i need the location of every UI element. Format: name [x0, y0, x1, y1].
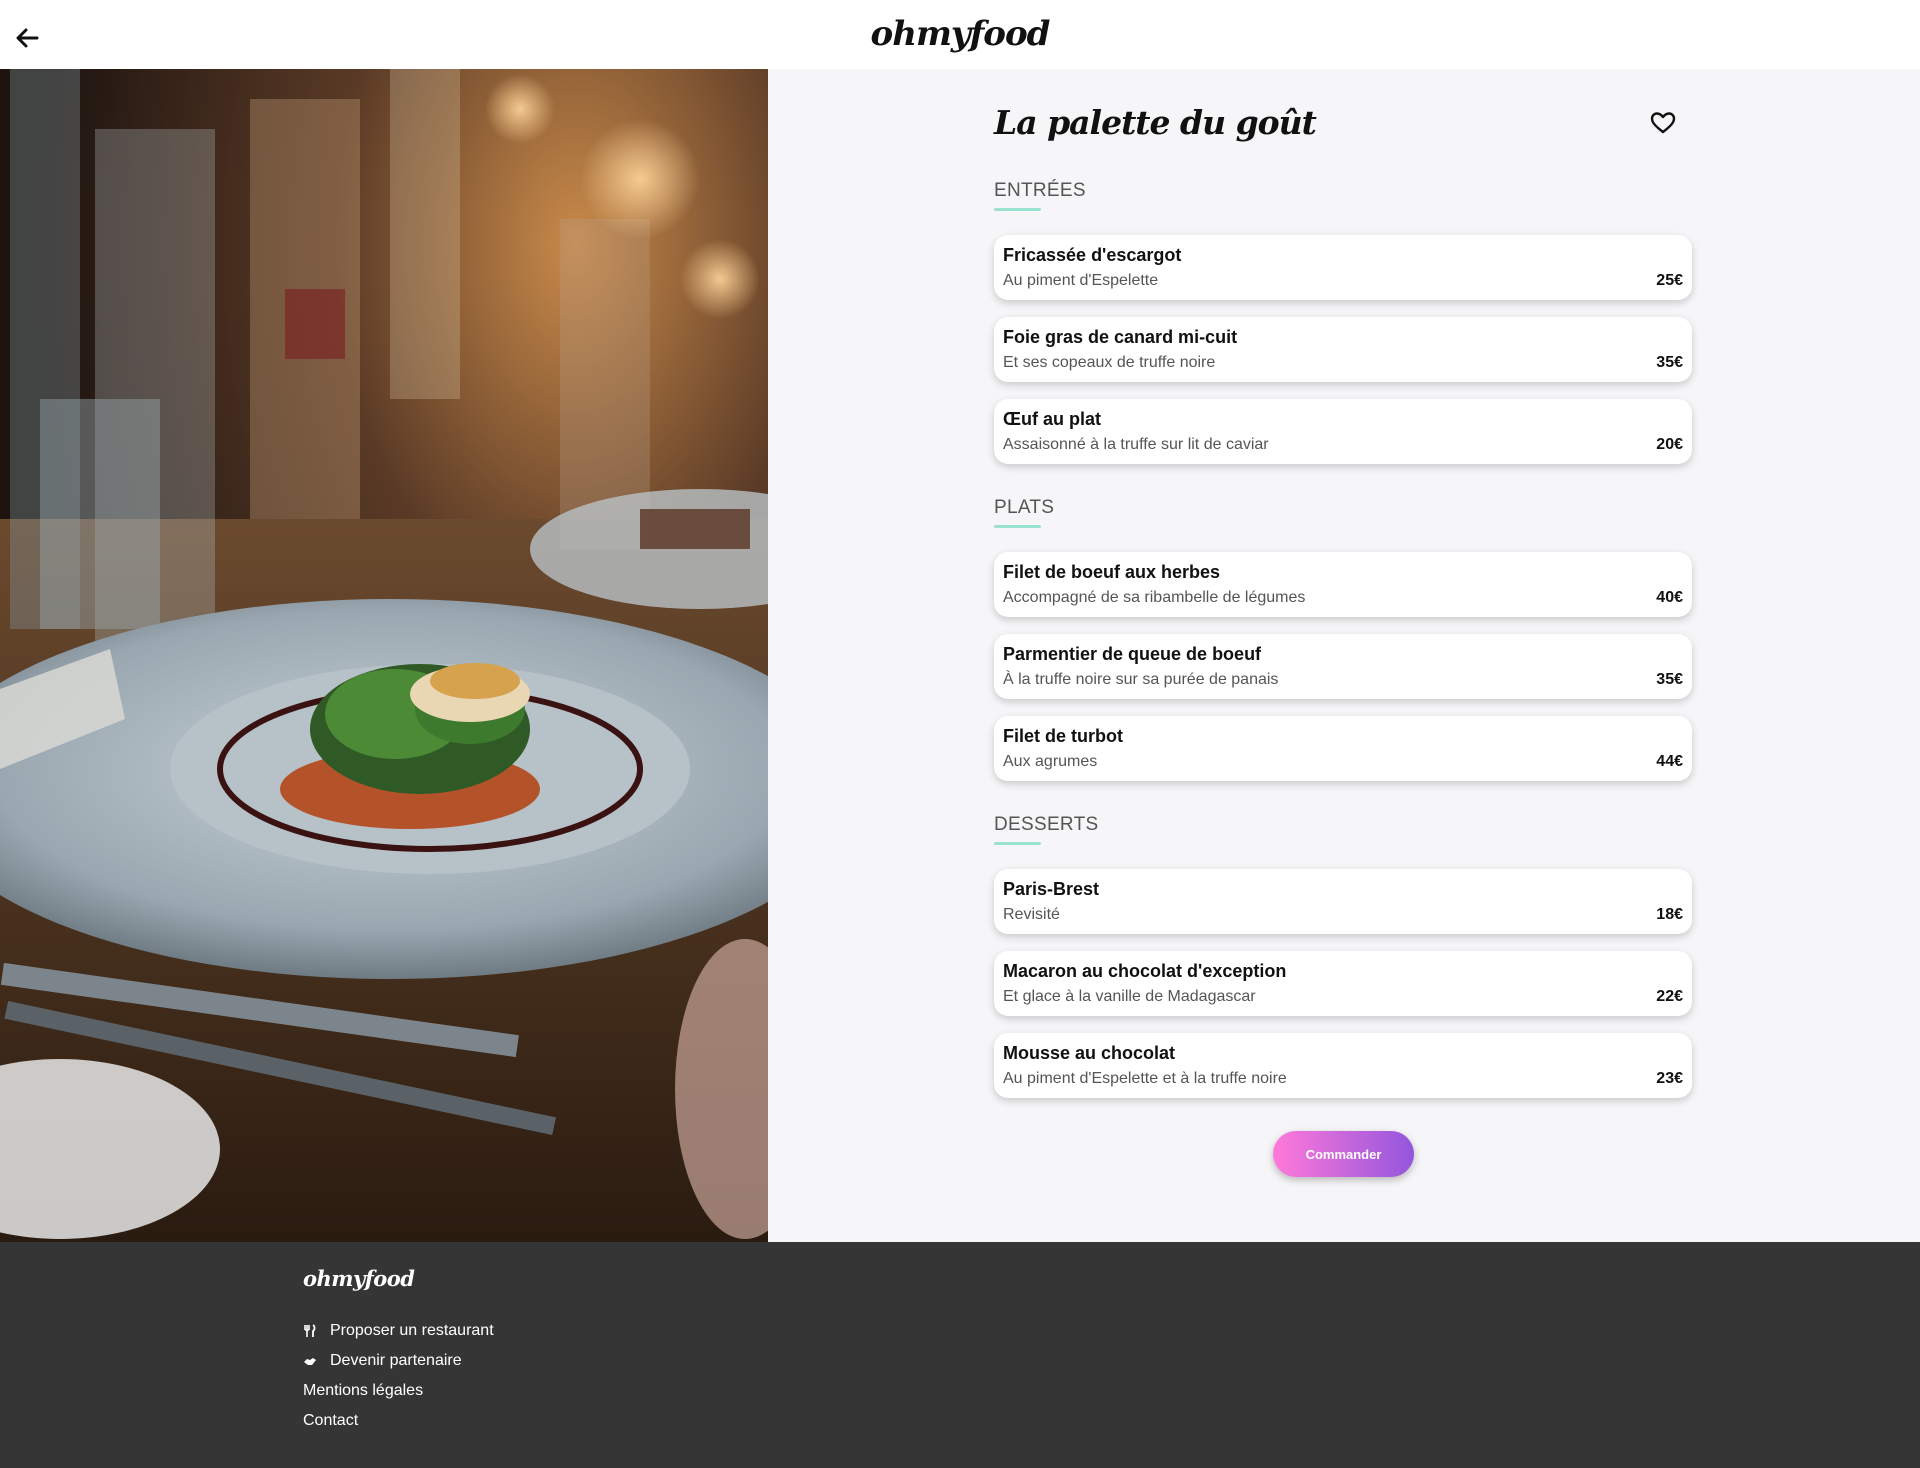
dish-name: Paris-Brest — [1003, 879, 1100, 899]
footer-link-label: Proposer un restaurant — [330, 1322, 494, 1339]
dish-description: Et ses copeaux de truffe noire — [1003, 354, 1216, 371]
utensils-icon — [304, 1324, 316, 1337]
handshake-icon — [304, 1358, 316, 1365]
footer-link-label: Devenir partenaire — [330, 1352, 462, 1369]
dish-name: Macaron au chocolat d'exception — [1003, 961, 1287, 981]
dish-description: À la truffe noire sur sa purée de panais — [1003, 671, 1279, 688]
footer-link-label: Contact — [303, 1412, 359, 1429]
dish-name: Filet de boeuf aux herbes — [1003, 562, 1221, 582]
footer-link-label: Mentions légales — [303, 1382, 424, 1399]
dish-description: Assaisonné à la truffe sur lit de caviar — [1003, 436, 1269, 453]
dish-name: Œuf au plat — [1003, 409, 1101, 429]
dish-description: Accompagné de sa ribambelle de légumes — [1003, 589, 1306, 606]
restaurant-title: La palette du goût — [994, 103, 1317, 142]
dish-price: 35€ — [1656, 671, 1683, 688]
dish-price: 35€ — [1656, 354, 1683, 371]
dish-description: Revisité — [1003, 906, 1060, 923]
footer-logo[interactable]: ohmyfood — [303, 1266, 415, 1291]
menu-panel: La palette du goût ENTRÉES Fricassée d'e… — [768, 69, 1920, 1242]
dish-card[interactable]: Filet de boeuf aux herbes Accompagné de … — [994, 552, 1692, 617]
dish-price: 40€ — [1656, 589, 1683, 606]
section-heading-entrees: ENTRÉES — [994, 180, 1086, 201]
site-logo[interactable]: ohmyfood — [0, 14, 1920, 54]
dish-name: Foie gras de canard mi-cuit — [1003, 327, 1238, 347]
dish-card[interactable]: Fricassée d'escargot Au piment d'Espelet… — [994, 235, 1692, 300]
footer-link-contact[interactable]: Contact — [303, 1412, 358, 1430]
dish-card[interactable]: Œuf au plat Assaisonné à la truffe sur l… — [994, 399, 1692, 464]
dish-price: 18€ — [1656, 906, 1683, 923]
section-heading-plats: PLATS — [994, 497, 1055, 518]
dish-description: Aux agrumes — [1003, 753, 1098, 770]
footer-link-propose-restaurant[interactable]: Proposer un restaurant — [303, 1322, 494, 1340]
dish-description: Au piment d'Espelette et à la truffe noi… — [1003, 1070, 1287, 1087]
order-button[interactable]: Commander — [1273, 1131, 1414, 1177]
dish-card[interactable]: Macaron au chocolat d'exception Et glace… — [994, 951, 1692, 1016]
section-underline — [994, 208, 1041, 211]
dish-card[interactable]: Parmentier de queue de boeuf À la truffe… — [994, 634, 1692, 699]
heart-outline-icon[interactable] — [1650, 111, 1676, 135]
section-heading-desserts: DESSERTS — [994, 814, 1099, 835]
dish-price: 25€ — [1656, 272, 1683, 289]
dish-card[interactable]: Filet de turbot Aux agrumes 44€ — [994, 716, 1692, 781]
section-underline — [994, 842, 1041, 845]
footer-link-become-partner[interactable]: Devenir partenaire — [303, 1352, 462, 1370]
dish-description: Au piment d'Espelette — [1003, 272, 1159, 289]
dish-name: Mousse au chocolat — [1003, 1043, 1176, 1063]
dish-price: 23€ — [1656, 1070, 1683, 1087]
dish-card[interactable]: Foie gras de canard mi-cuit Et ses copea… — [994, 317, 1692, 382]
dish-name: Fricassée d'escargot — [1003, 245, 1182, 265]
top-header: ohmyfood — [0, 0, 1920, 69]
dish-description: Et glace à la vanille de Madagascar — [1003, 988, 1256, 1005]
footer: ohmyfood Proposer un restaurant Devenir … — [0, 1242, 1920, 1468]
footer-link-legal[interactable]: Mentions légales — [303, 1382, 423, 1400]
dish-name: Filet de turbot — [1003, 726, 1123, 746]
dish-price: 44€ — [1656, 753, 1683, 770]
restaurant-dish-photo — [0, 69, 768, 1242]
section-underline — [994, 525, 1041, 528]
dish-price: 20€ — [1656, 436, 1683, 453]
dish-name: Parmentier de queue de boeuf — [1003, 644, 1262, 664]
dish-price: 22€ — [1656, 988, 1683, 1005]
dish-card[interactable]: Paris-Brest Revisité 18€ — [994, 869, 1692, 934]
dish-card[interactable]: Mousse au chocolat Au piment d'Espelette… — [994, 1033, 1692, 1098]
